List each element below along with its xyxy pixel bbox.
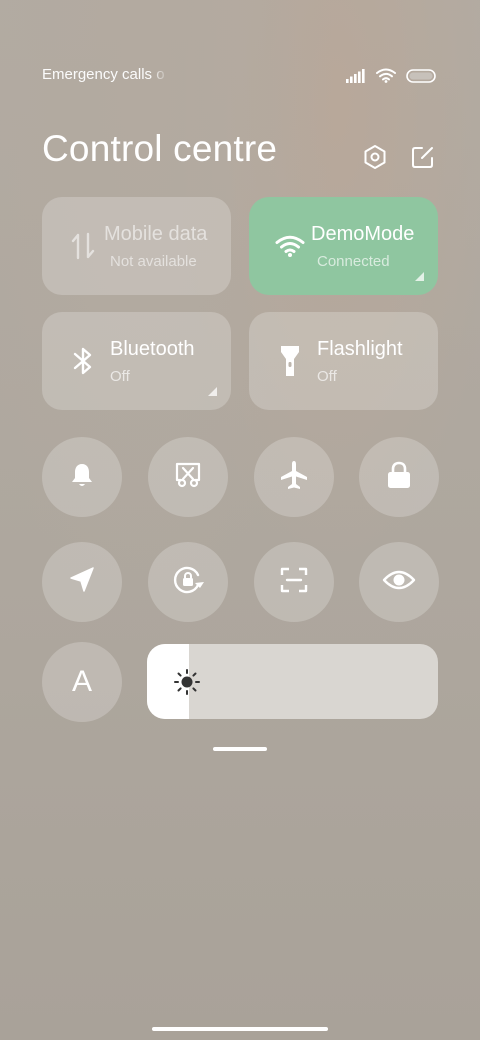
tile-flashlight[interactable]: Flashlight Off xyxy=(249,312,438,410)
home-indicator[interactable] xyxy=(152,1027,328,1031)
tile-title: Mobile data xyxy=(104,223,208,245)
toggle-font-size[interactable]: A xyxy=(42,642,122,722)
mobile-data-icon xyxy=(68,231,98,261)
toggle-location[interactable] xyxy=(42,542,122,622)
drag-handle[interactable] xyxy=(213,747,267,751)
rotation-lock-icon xyxy=(171,563,205,602)
tile-title: Flashlight xyxy=(317,338,403,360)
status-icons xyxy=(346,68,436,88)
tile-subtitle: Off xyxy=(317,368,337,385)
expand-corner-icon xyxy=(415,272,424,281)
header-actions xyxy=(362,144,436,170)
toggle-scan[interactable] xyxy=(254,542,334,622)
lock-icon xyxy=(385,460,413,495)
brightness-slider[interactable] xyxy=(147,644,438,719)
flashlight-icon xyxy=(275,346,305,376)
battery-icon xyxy=(406,68,436,88)
tile-mobile-data[interactable]: Mobile data Not available xyxy=(42,197,231,295)
edit-icon[interactable] xyxy=(410,144,436,170)
tile-subtitle: Off xyxy=(110,368,130,385)
toggle-screenshot[interactable] xyxy=(148,437,228,517)
font-toggle-label: A xyxy=(71,665,92,698)
wifi-icon xyxy=(275,231,305,261)
tile-bluetooth[interactable]: Bluetooth Off xyxy=(42,312,231,410)
toggle-rotation-lock[interactable] xyxy=(148,542,228,622)
screenshot-icon xyxy=(173,460,203,495)
tile-subtitle: Connected xyxy=(317,253,390,270)
bluetooth-icon xyxy=(68,346,98,376)
location-icon xyxy=(67,565,97,600)
status-bar: Emergency calls o xyxy=(42,66,436,86)
wifi-icon xyxy=(376,68,396,88)
tile-wifi[interactable]: DemoMode Connected xyxy=(249,197,438,295)
expand-corner-icon xyxy=(208,387,217,396)
tile-subtitle: Not available xyxy=(110,253,197,270)
eye-icon xyxy=(382,568,416,597)
toggle-airplane[interactable] xyxy=(254,437,334,517)
tile-title: DemoMode xyxy=(311,223,415,245)
tile-title: Bluetooth xyxy=(110,338,195,360)
carrier-text: Emergency calls o xyxy=(42,66,165,83)
scan-icon xyxy=(279,565,309,600)
page-title: Control centre xyxy=(42,128,278,169)
airplane-icon xyxy=(278,459,310,496)
settings-icon[interactable] xyxy=(362,144,388,170)
toggle-bell[interactable] xyxy=(42,437,122,517)
toggle-reading-mode[interactable] xyxy=(359,542,439,622)
sun-icon xyxy=(173,668,201,701)
toggle-lock[interactable] xyxy=(359,437,439,517)
signal-icon xyxy=(346,68,366,88)
bell-icon xyxy=(68,461,96,494)
